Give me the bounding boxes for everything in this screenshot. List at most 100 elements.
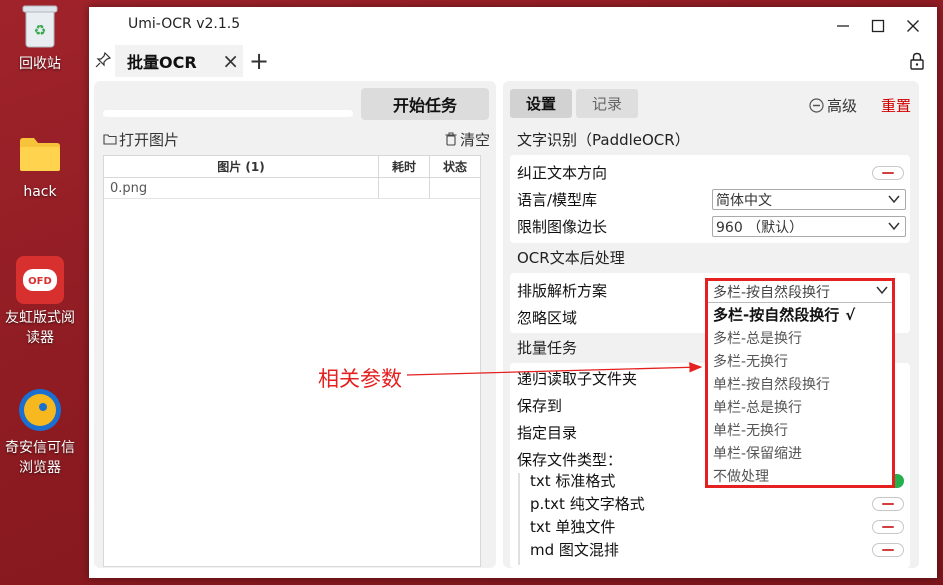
clear-button[interactable]: 清空 [444, 129, 490, 150]
file-table: 图片 (1) 耗时 状态 0.png [103, 155, 481, 567]
open-images-button[interactable]: 打开图片 [103, 129, 179, 150]
save-to-label: 保存到 [517, 397, 563, 415]
chevron-down-icon [888, 222, 900, 231]
limit-label: 限制图像边长 [517, 218, 608, 236]
desktop-icon-hack[interactable]: hack [0, 130, 80, 202]
clear-label: 清空 [459, 130, 490, 149]
lock-icon[interactable] [909, 52, 925, 74]
window-title: Umi-OCR v2.1.5 [128, 16, 241, 32]
desktop-icon-label: hack [23, 184, 57, 200]
tab-settings[interactable]: 设置 [510, 89, 572, 118]
section-ocr-title: 文字识别（PaddleOCR） [517, 131, 690, 149]
desktop-icon-youhong-reader[interactable]: OFD 友虹版式阅读器 [0, 256, 80, 348]
layout-label: 排版解析方案 [517, 282, 608, 300]
trash-icon [445, 132, 457, 146]
task-panel: 开始任务 打开图片 清空 图片 (1) 耗时 状态 0.png [94, 81, 496, 568]
add-tab-icon[interactable]: + [249, 49, 269, 73]
language-select[interactable]: 简体中文 [712, 189, 906, 210]
column-header-image[interactable]: 图片 (1) [104, 156, 379, 177]
layout-dropdown-current[interactable]: 多栏-按自然段换行 [708, 281, 892, 303]
correct-direction-toggle[interactable] [872, 165, 904, 180]
advanced-label: 高级 [826, 97, 857, 115]
open-images-label: 打开图片 [119, 130, 180, 149]
title-bar: Umi-OCR v2.1.5 [89, 7, 937, 45]
table-row[interactable]: 0.png [104, 178, 480, 199]
dropdown-option[interactable]: 单栏-按自然段换行 [708, 372, 892, 395]
specify-dir-label: 指定目录 [517, 424, 578, 442]
save-type-label: p.txt 纯文字格式 [530, 495, 645, 513]
maximize-button[interactable] [861, 11, 895, 41]
cell-file: 0.png [104, 178, 379, 198]
tab-records[interactable]: 记录 [576, 89, 638, 118]
language-label: 语言/模型库 [517, 191, 598, 209]
dropdown-option[interactable]: 多栏-按自然段换行 √ [708, 303, 892, 326]
dropdown-option[interactable]: 单栏-无换行 [708, 418, 892, 441]
save-type-md-toggle[interactable] [872, 542, 904, 557]
file-actions-row: 打开图片 清空 [103, 127, 490, 151]
chevron-down-icon [888, 195, 900, 204]
layout-current-value: 多栏-按自然段换行 [713, 284, 831, 301]
tab-bar: 批量OCR × + [89, 45, 937, 77]
svg-text:♻: ♻ [34, 23, 47, 39]
setting-row-language: 语言/模型库 简体中文 [510, 186, 910, 213]
folder-open-icon [103, 134, 117, 145]
collapse-icon [809, 98, 824, 113]
ocr-settings-group: 纠正文本方向 语言/模型库 简体中文 限制图像边长 960 （默认） [510, 155, 910, 243]
dropdown-option[interactable]: 多栏-总是换行 [708, 326, 892, 349]
svg-text:OFD: OFD [28, 276, 52, 287]
desktop-icon-label: 回收站 [19, 56, 61, 72]
recycle-bin-icon: ♻ [16, 2, 64, 50]
cell-time [379, 178, 430, 198]
column-header-time[interactable]: 耗时 [379, 156, 430, 177]
advanced-toggle[interactable]: 高级 [809, 95, 857, 116]
save-type-row: txt 单独文件 [510, 515, 910, 538]
recursive-label: 递归读取子文件夹 [517, 370, 638, 388]
section-batch-title: 批量任务 [517, 339, 578, 357]
cell-status [430, 178, 480, 198]
save-type-row: md 图文混排 [510, 538, 910, 561]
settings-tabs: 设置 记录 [510, 89, 638, 118]
folder-icon [16, 130, 64, 178]
pin-icon[interactable] [95, 51, 112, 72]
option-label: 多栏-按自然段换行 [713, 306, 840, 324]
chevron-down-icon [876, 286, 888, 295]
desktop-icon-recycle-bin[interactable]: ♻ 回收站 [0, 2, 80, 74]
tab-label: 批量OCR [127, 53, 197, 72]
maximize-icon [871, 19, 885, 33]
start-task-button[interactable]: 开始任务 [361, 88, 489, 120]
ignore-label: 忽略区域 [517, 309, 578, 327]
save-type-label: txt 单独文件 [530, 518, 616, 536]
dropdown-option[interactable]: 单栏-总是换行 [708, 395, 892, 418]
setting-row-correct-direction: 纠正文本方向 [510, 159, 910, 186]
table-header: 图片 (1) 耗时 状态 [104, 156, 480, 178]
dropdown-option[interactable]: 单栏-保留缩进 [708, 441, 892, 464]
limit-value: 960 （默认） [716, 219, 804, 236]
save-types-label: 保存文件类型： [517, 451, 623, 469]
checkmark-icon: √ [845, 305, 856, 324]
column-header-status[interactable]: 状态 [430, 156, 480, 177]
desktop-icon-qianxin-browser[interactable]: 奇安信可信浏览器 [0, 386, 80, 478]
minimize-icon [837, 25, 849, 27]
tab-batch-ocr[interactable]: 批量OCR × [115, 45, 243, 77]
layout-dropdown[interactable]: 多栏-按自然段换行 多栏-按自然段换行 √ 多栏-总是换行 多栏-无换行 单栏-… [705, 278, 895, 488]
save-type-row: p.txt 纯文字格式 [510, 492, 910, 515]
save-type-label: txt 标准格式 [530, 472, 616, 490]
setting-row-limit: 限制图像边长 960 （默认） [510, 213, 910, 240]
correct-direction-label: 纠正文本方向 [517, 164, 608, 182]
progress-bar [103, 110, 353, 117]
save-type-label: md 图文混排 [530, 541, 619, 559]
dropdown-option[interactable]: 多栏-无换行 [708, 349, 892, 372]
close-button[interactable] [896, 11, 930, 41]
app-window: Umi-OCR v2.1.5 批量OCR × + 开始任务 打开图片 清空 图片… [89, 7, 937, 578]
save-type-ptxt-toggle[interactable] [872, 496, 904, 511]
minimize-button[interactable] [826, 11, 860, 41]
dropdown-option[interactable]: 不做处理 [708, 464, 892, 487]
section-post-title: OCR文本后处理 [517, 249, 625, 267]
reader-app-icon: OFD [16, 256, 64, 304]
close-tab-icon[interactable]: × [222, 49, 239, 73]
desktop-icon-label: 友虹版式阅读器 [5, 310, 75, 346]
save-type-separate-toggle[interactable] [872, 519, 904, 534]
desktop-icon-label: 奇安信可信浏览器 [5, 440, 75, 476]
reset-button[interactable]: 重置 [881, 95, 911, 116]
limit-select[interactable]: 960 （默认） [712, 216, 906, 237]
